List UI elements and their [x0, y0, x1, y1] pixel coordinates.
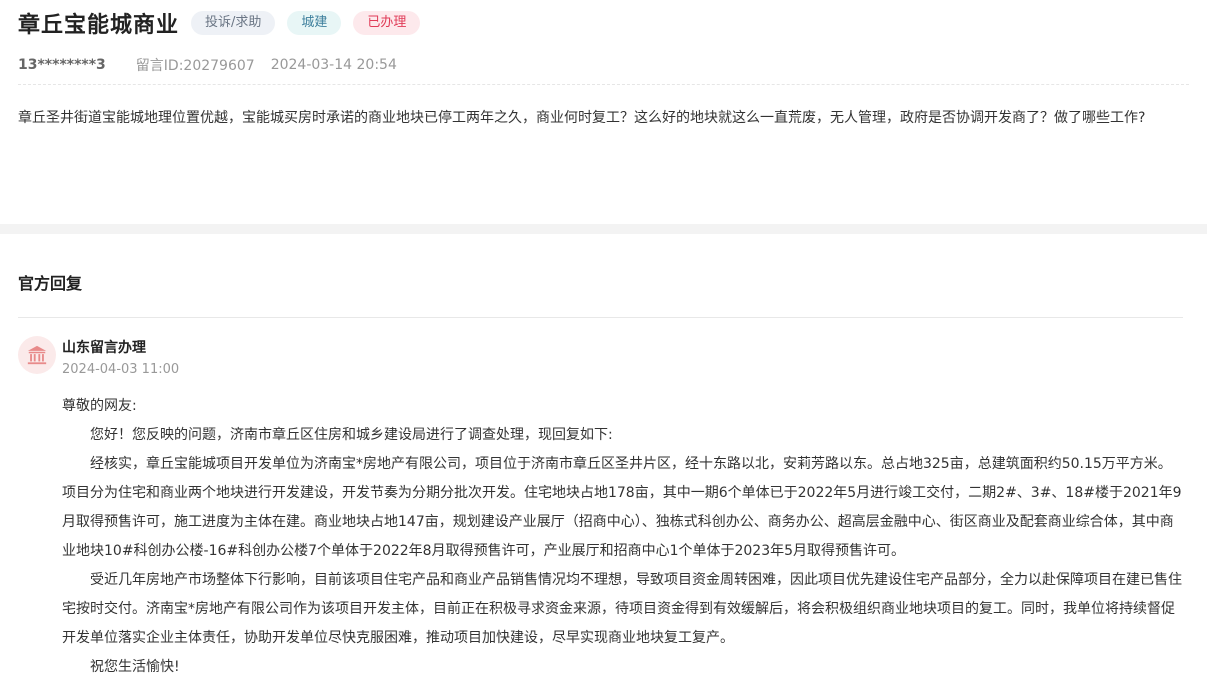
responder-name: 山东留言办理 [62, 340, 146, 356]
reply-greeting: 尊敬的网友: [62, 398, 137, 414]
reply-body: 尊敬的网友: 您好！您反映的问题，济南市章丘区住房和城乡建设局进行了调查处理，现… [62, 392, 1183, 682]
reply-paragraph: 您好！您反映的问题，济南市章丘区住房和城乡建设局进行了调查处理，现回复如下: [90, 427, 613, 443]
post-title: 章丘宝能城商业 [18, 13, 180, 38]
message-id: 留言ID:20279607 [135, 58, 255, 74]
reply-paragraph: 经核实，章丘宝能城项目开发单位为济南宝*房地产有限公司，项目位于济南市章丘区圣井… [62, 456, 1182, 559]
post-meta: 13********3 留言ID:20279607 2024-03-14 20:… [18, 46, 1189, 84]
status-badge: 已办理 [353, 11, 421, 35]
official-reply-section: 官方回复 山东留言办理 2024-04-03 11:00 尊敬的网友: 您好！您… [0, 264, 1207, 682]
reply-section-title: 官方回复 [18, 274, 83, 293]
responder-info: 山东留言办理 2024-04-03 11:00 [62, 336, 179, 380]
poster-username: 13********3 [18, 57, 106, 73]
reply-paragraph: 受近几年房地产市场整体下行影响，目前该项目住宅产品和商业产品销售情况均不理想，导… [62, 572, 1182, 646]
title-row: 章丘宝能城商业 投诉/求助 城建 已办理 [18, 0, 1189, 46]
reply-divider [18, 317, 1183, 318]
question-content: 章丘圣井街道宝能城地理位置优越，宝能城买房时承诺的商业地块已停工两年之久，商业何… [18, 110, 1146, 126]
post-header: 章丘宝能城商业 投诉/求助 城建 已办理 13********3 留言ID:20… [0, 0, 1207, 225]
department-tag[interactable]: 城建 [287, 11, 342, 35]
responder: 山东留言办理 2024-04-03 11:00 [18, 336, 1183, 380]
post-datetime: 2024-03-14 20:54 [270, 57, 397, 73]
section-separator [0, 224, 1207, 234]
category-tag[interactable]: 投诉/求助 [191, 11, 276, 35]
responder-time: 2024-04-03 11:00 [62, 362, 180, 377]
reply-closing: 祝您生活愉快! [90, 659, 180, 675]
government-building-icon [18, 336, 56, 374]
